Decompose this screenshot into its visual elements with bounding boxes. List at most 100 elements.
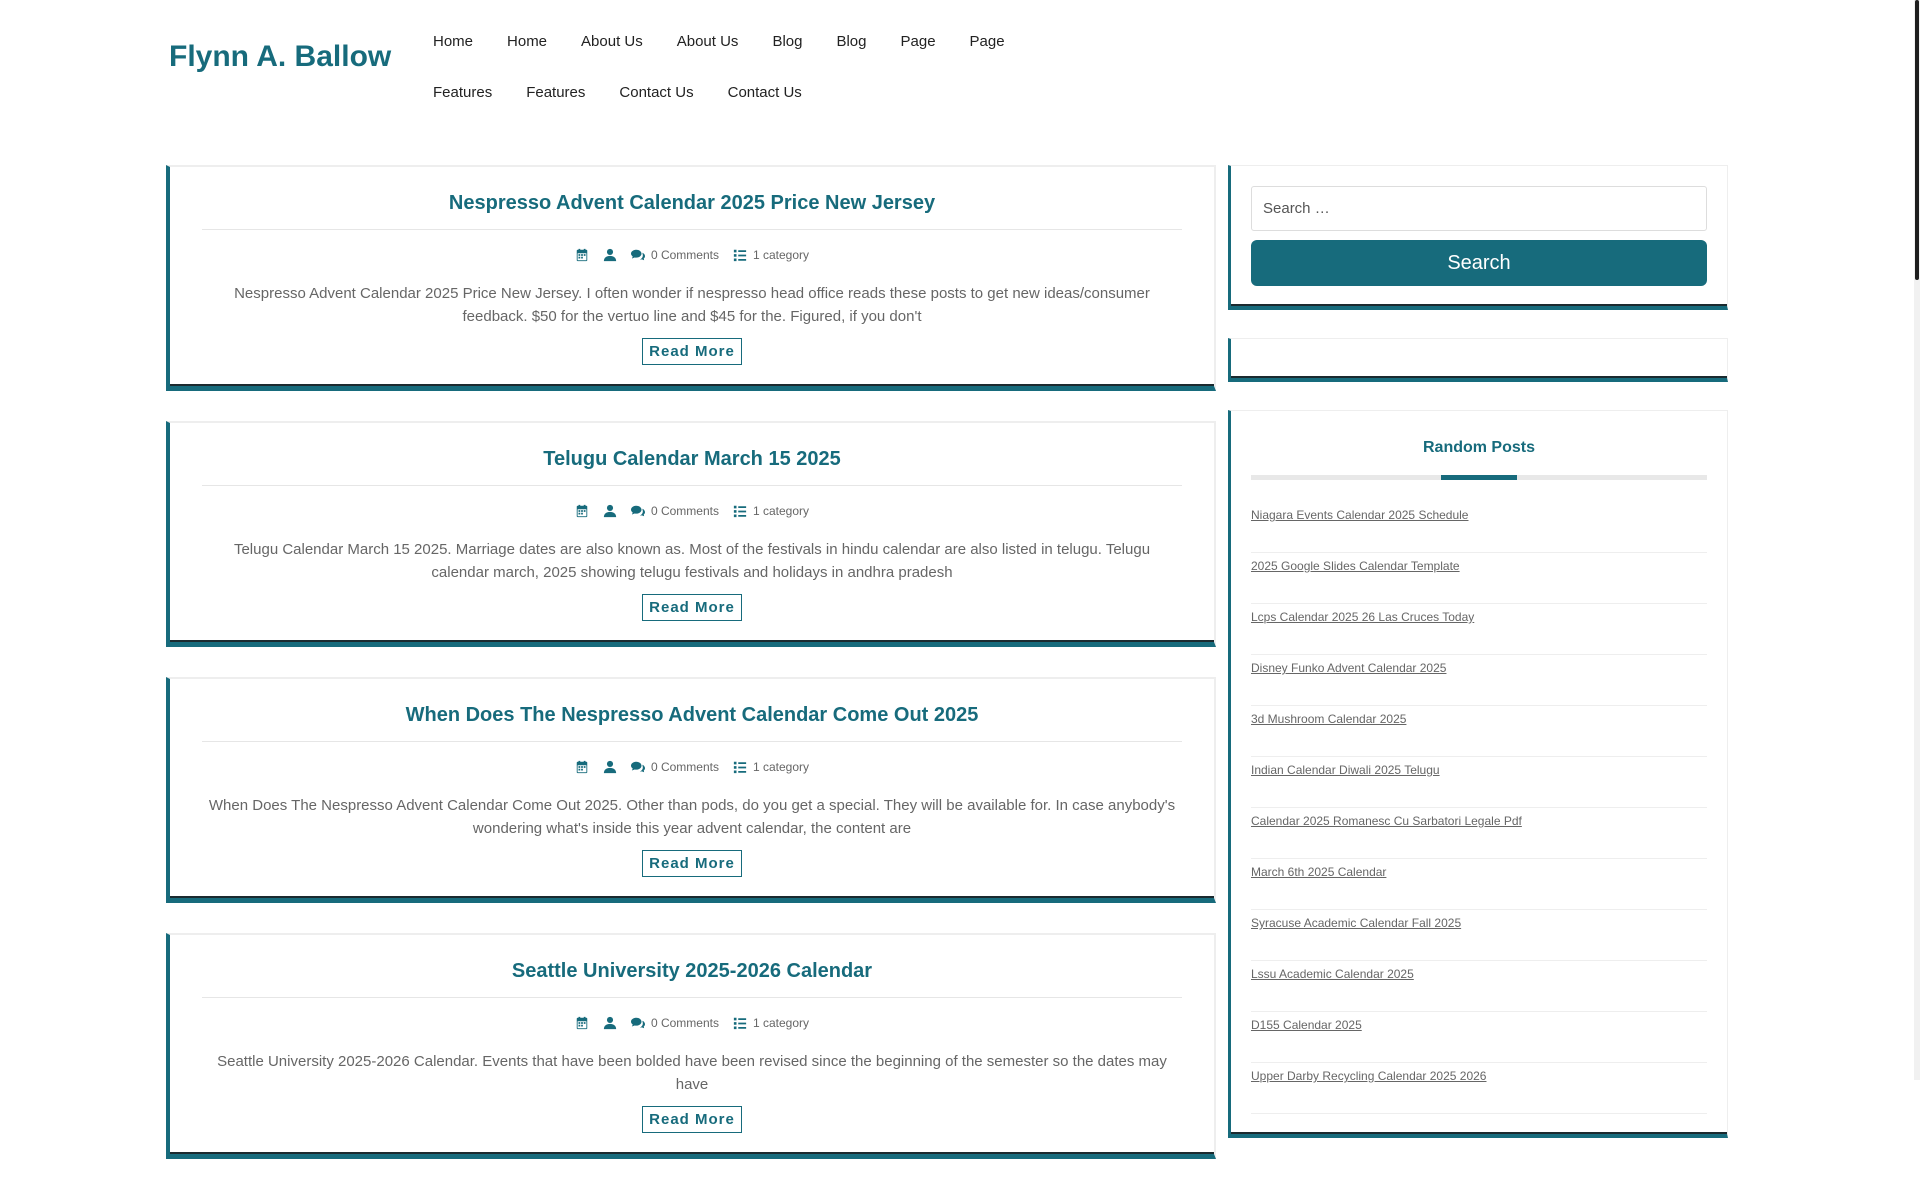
main-nav: Home Home About Us About Us Blog Blog Pa… xyxy=(433,16,1053,118)
post-card: Telugu Calendar March 15 2025 0 Comments… xyxy=(166,421,1216,647)
list-item: Niagara Events Calendar 2025 Schedule xyxy=(1251,502,1707,553)
scrollbar-track[interactable] xyxy=(1914,0,1920,1080)
nav-item-contact-us-2[interactable]: Contact Us xyxy=(728,84,802,101)
search-input[interactable] xyxy=(1251,186,1707,231)
post-date[interactable] xyxy=(575,760,589,774)
comments-icon xyxy=(630,505,645,517)
search-widget: Search xyxy=(1228,165,1728,310)
list-icon xyxy=(733,761,747,774)
list-icon xyxy=(733,1017,747,1030)
random-post-link[interactable]: Upper Darby Recycling Calendar 2025 2026 xyxy=(1251,1063,1707,1083)
user-icon xyxy=(603,1016,617,1030)
post-comments[interactable]: 0 Comments xyxy=(630,248,719,262)
post-card: Nespresso Advent Calendar 2025 Price New… xyxy=(166,165,1216,391)
post-date[interactable] xyxy=(575,1016,589,1030)
post-author[interactable] xyxy=(603,248,617,262)
read-more-button[interactable]: Read More xyxy=(642,338,742,365)
post-list: Nespresso Advent Calendar 2025 Price New… xyxy=(166,165,1216,1189)
sidebar: Search Random Posts Niagara Events Calen… xyxy=(1228,165,1728,1166)
list-item: 2025 Google Slides Calendar Template xyxy=(1251,553,1707,604)
post-card: Seattle University 2025-2026 Calendar 0 … xyxy=(166,933,1216,1159)
nav-item-home[interactable]: Home xyxy=(433,33,473,50)
post-author[interactable] xyxy=(603,504,617,518)
post-excerpt: Nespresso Advent Calendar 2025 Price New… xyxy=(234,285,1150,325)
post-excerpt: When Does The Nespresso Advent Calendar … xyxy=(208,797,1176,837)
nav-item-features[interactable]: Features xyxy=(433,84,492,101)
title-underline xyxy=(1251,475,1707,480)
post-meta: 0 Comments 1 category xyxy=(170,504,1214,518)
random-posts-title: Random Posts xyxy=(1422,439,1535,456)
calendar-icon xyxy=(576,504,588,518)
random-posts-list: Niagara Events Calendar 2025 Schedule 20… xyxy=(1251,502,1707,1114)
list-item: Upper Darby Recycling Calendar 2025 2026 xyxy=(1251,1063,1707,1114)
read-more-button[interactable]: Read More xyxy=(642,1106,742,1133)
post-title[interactable]: When Does The Nespresso Advent Calendar … xyxy=(202,704,1182,742)
calendar-icon xyxy=(576,760,588,774)
random-post-link[interactable]: March 6th 2025 Calendar xyxy=(1251,859,1707,879)
nav-item-about-us[interactable]: About Us xyxy=(581,33,643,50)
list-icon xyxy=(733,249,747,262)
post-category[interactable]: 1 category xyxy=(733,504,809,518)
random-post-link[interactable]: Syracuse Academic Calendar Fall 2025 xyxy=(1251,910,1707,930)
random-post-link[interactable]: Disney Funko Advent Calendar 2025 xyxy=(1251,655,1707,675)
nav-item-about-us-2[interactable]: About Us xyxy=(677,33,739,50)
nav-row-1: Home Home About Us About Us Blog Blog Pa… xyxy=(433,16,1053,67)
post-meta: 0 Comments 1 category xyxy=(170,1016,1214,1030)
random-post-link[interactable]: 3d Mushroom Calendar 2025 xyxy=(1251,706,1707,726)
post-card: When Does The Nespresso Advent Calendar … xyxy=(166,677,1216,903)
comments-icon xyxy=(630,761,645,773)
post-category-label: 1 category xyxy=(752,248,810,262)
comments-icon xyxy=(630,249,645,261)
nav-item-home-2[interactable]: Home xyxy=(507,33,547,50)
post-category[interactable]: 1 category xyxy=(733,760,809,774)
list-item: 3d Mushroom Calendar 2025 xyxy=(1251,706,1707,757)
read-more-button[interactable]: Read More xyxy=(642,594,742,621)
random-posts-widget: Random Posts Niagara Events Calendar 202… xyxy=(1228,410,1728,1138)
post-date[interactable] xyxy=(575,248,589,262)
random-post-link[interactable]: D155 Calendar 2025 xyxy=(1251,1012,1707,1032)
post-category-label: 1 category xyxy=(752,760,810,774)
list-item: Disney Funko Advent Calendar 2025 xyxy=(1251,655,1707,706)
nav-item-blog-2[interactable]: Blog xyxy=(836,33,866,50)
site-title[interactable]: Flynn A. Ballow xyxy=(169,40,391,74)
post-comments-count: 0 Comments xyxy=(650,1016,719,1030)
list-item: March 6th 2025 Calendar xyxy=(1251,859,1707,910)
nav-item-page-2[interactable]: Page xyxy=(970,33,1005,50)
read-more-button[interactable]: Read More xyxy=(642,850,742,877)
post-title[interactable]: Telugu Calendar March 15 2025 xyxy=(202,448,1182,486)
nav-item-features-2[interactable]: Features xyxy=(526,84,585,101)
post-comments-count: 0 Comments xyxy=(650,504,719,518)
random-post-link[interactable]: 2025 Google Slides Calendar Template xyxy=(1251,553,1707,573)
post-title[interactable]: Nespresso Advent Calendar 2025 Price New… xyxy=(202,192,1182,230)
nav-item-contact-us[interactable]: Contact Us xyxy=(619,84,693,101)
random-post-link[interactable]: Indian Calendar Diwali 2025 Telugu xyxy=(1251,757,1707,777)
list-icon xyxy=(733,505,747,518)
post-title[interactable]: Seattle University 2025-2026 Calendar xyxy=(202,960,1182,998)
post-author[interactable] xyxy=(603,760,617,774)
post-category-label: 1 category xyxy=(752,1016,810,1030)
list-item: D155 Calendar 2025 xyxy=(1251,1012,1707,1063)
list-item: Lssu Academic Calendar 2025 xyxy=(1251,961,1707,1012)
random-post-link[interactable]: Niagara Events Calendar 2025 Schedule xyxy=(1251,502,1707,522)
user-icon xyxy=(603,504,617,518)
random-post-link[interactable]: Lssu Academic Calendar 2025 xyxy=(1251,961,1707,981)
nav-item-page[interactable]: Page xyxy=(901,33,936,50)
calendar-icon xyxy=(576,1016,588,1030)
search-button[interactable]: Search xyxy=(1251,240,1707,286)
post-meta: 0 Comments 1 category xyxy=(170,248,1214,262)
post-date[interactable] xyxy=(575,504,589,518)
post-excerpt: Seattle University 2025-2026 Calendar. E… xyxy=(217,1053,1167,1093)
post-excerpt: Telugu Calendar March 15 2025. Marriage … xyxy=(233,541,1151,581)
post-author[interactable] xyxy=(603,1016,617,1030)
list-item: Calendar 2025 Romanesc Cu Sarbatori Lega… xyxy=(1251,808,1707,859)
comments-icon xyxy=(630,1017,645,1029)
post-comments[interactable]: 0 Comments xyxy=(630,1016,719,1030)
random-post-link[interactable]: Calendar 2025 Romanesc Cu Sarbatori Lega… xyxy=(1251,808,1707,828)
scrollbar-thumb[interactable] xyxy=(1915,0,1919,280)
post-comments[interactable]: 0 Comments xyxy=(630,760,719,774)
random-post-link[interactable]: Lcps Calendar 2025 26 Las Cruces Today xyxy=(1251,604,1707,624)
nav-item-blog[interactable]: Blog xyxy=(772,33,802,50)
post-comments[interactable]: 0 Comments xyxy=(630,504,719,518)
post-category[interactable]: 1 category xyxy=(733,248,809,262)
post-category[interactable]: 1 category xyxy=(733,1016,809,1030)
